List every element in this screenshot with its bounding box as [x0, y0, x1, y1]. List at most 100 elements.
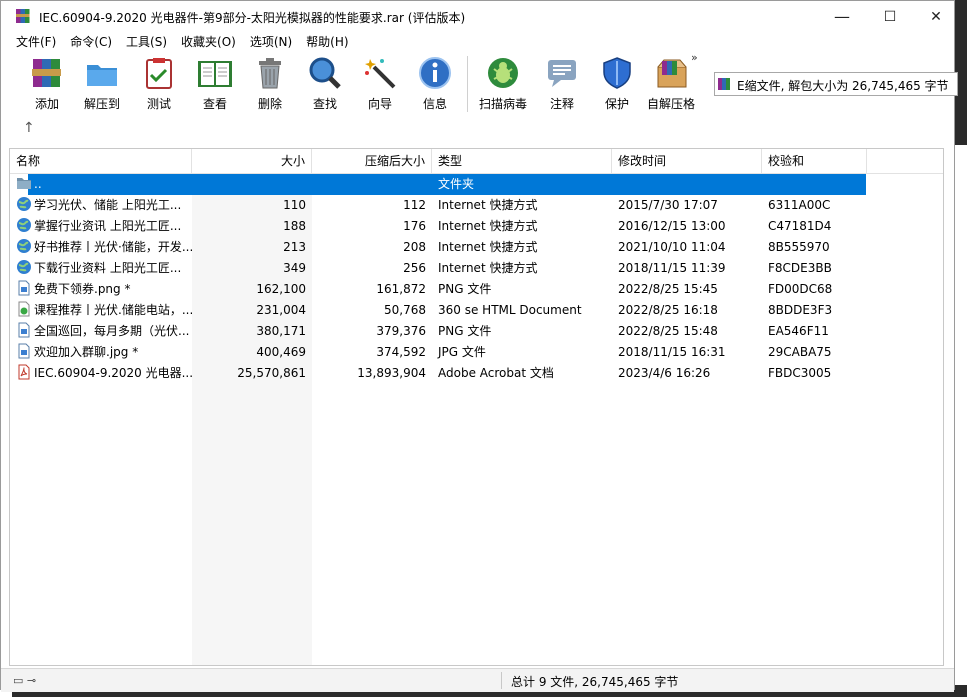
add-label: 添加: [34, 97, 59, 111]
file-crc: FBDC3005: [762, 363, 867, 384]
menu-file[interactable]: 文件(F): [9, 33, 63, 53]
table-row[interactable]: 掌握行业资讯 上阳光工匠... 188 176 Internet 快捷方式 2016/1…: [10, 216, 943, 237]
file-type: Internet 快捷方式: [432, 237, 612, 258]
file-type: PNG 文件: [432, 279, 612, 300]
file-name-text: 课程推荐丨光伏.储能电站，...: [34, 303, 192, 317]
file-packed-size-text: 112: [403, 198, 426, 212]
comment-button[interactable]: 注释: [534, 53, 590, 115]
file-crc-text: FBDC3005: [768, 366, 832, 380]
file-type-text: 文件夹: [438, 177, 475, 191]
file-packed-size: 50,768: [312, 300, 432, 321]
file-type-text: Internet 快捷方式: [438, 240, 538, 254]
menu-commands[interactable]: 命令(C): [63, 33, 119, 53]
file-modified-text: 2015/7/30 17:07: [618, 198, 718, 212]
column-header-modified[interactable]: 修改时间: [612, 149, 762, 173]
file-crc: F8CDE3BB: [762, 258, 867, 279]
file-name-text: 学习光伏、储能 上阳光工...: [34, 198, 182, 212]
file-packed-size-text: 176: [403, 219, 426, 233]
table-row[interactable]: 课程推荐丨光伏.储能电站，... 231,004 50,768 360 se HTML…: [10, 300, 943, 321]
file-name: 欢迎加入群聊.jpg *: [10, 342, 192, 363]
virus-scan-label: 扫描病毒: [478, 97, 527, 111]
toolbar-overflow-chevron[interactable]: »: [691, 51, 698, 64]
extract-to-button[interactable]: 解压到: [73, 53, 131, 115]
status-bar: ▭ ⊸ 总计 9 文件, 26,745,465 字节: [1, 668, 954, 692]
column-header-name[interactable]: 名称: [10, 149, 192, 173]
file-size: 380,171: [192, 321, 312, 342]
file-type: Internet 快捷方式: [432, 216, 612, 237]
file-name-text: 掌握行业资讯 上阳光工匠...: [34, 219, 182, 233]
file-name: 掌握行业资讯 上阳光工匠...: [10, 216, 192, 237]
file-size-text: 349: [283, 261, 306, 275]
drive-key-icon[interactable]: ▭ ⊸: [13, 674, 36, 687]
table-row[interactable]: IEC.60904-9.2020 光电器... 25,570,861 13,893,…: [10, 363, 943, 384]
file-modified: 2015/7/30 17:07: [612, 195, 762, 216]
file-modified: 2021/10/10 11:04: [612, 237, 762, 258]
view-button[interactable]: 查看: [187, 53, 243, 115]
menu-tools[interactable]: 工具(S): [119, 33, 174, 53]
info-icon: [415, 53, 455, 93]
file-name: ..: [10, 174, 192, 195]
table-row[interactable]: 免费下领券.png * 162,100 161,872 PNG 文件 2022/8/25…: [10, 279, 943, 300]
file-type-text: PNG 文件: [438, 282, 492, 296]
file-name-text: 欢迎加入群聊.jpg *: [34, 345, 139, 359]
minimize-button[interactable]: —: [819, 1, 865, 32]
maximize-button[interactable]: ☐: [867, 1, 913, 32]
close-button[interactable]: ✕: [913, 1, 959, 32]
file-modified-text: 2021/10/10 11:04: [618, 240, 726, 254]
menu-favorites[interactable]: 收藏夹(O): [174, 33, 243, 53]
table-row[interactable]: 全国巡回，每月多期（光伏... 380,171 379,376 PNG 文件 2022/…: [10, 321, 943, 342]
wizard-label: 向导: [367, 97, 392, 111]
column-header-size-label: 大小: [280, 154, 305, 168]
title-bar: IEC.60904-9.2020 光电器件-第9部分-太阳光模拟器的性能要求.r…: [1, 1, 954, 32]
file-size-text: 188: [283, 219, 306, 233]
table-row-parent-folder[interactable]: .. 文件夹: [10, 174, 943, 195]
up-one-level-icon[interactable]: ↑: [23, 120, 35, 136]
find-button[interactable]: 查找: [297, 53, 353, 115]
file-type-text: Internet 快捷方式: [438, 261, 538, 275]
table-row[interactable]: 下载行业资料 上阳光工匠... 349 256 Internet 快捷方式 2018/1…: [10, 258, 943, 279]
menu-options[interactable]: 选项(N): [243, 33, 299, 53]
file-modified: [612, 174, 762, 195]
column-header-crc[interactable]: 校验和: [762, 149, 867, 173]
file-modified-text: 2016/12/15 13:00: [618, 219, 726, 233]
file-type-text: 360 se HTML Document: [438, 303, 582, 317]
table-row[interactable]: 欢迎加入群聊.jpg * 400,469 374,592 JPG 文件 2018/11/…: [10, 342, 943, 363]
file-size: 400,469: [192, 342, 312, 363]
menu-help[interactable]: 帮助(H): [299, 33, 355, 53]
virus-scan-button[interactable]: 扫描病毒: [472, 53, 534, 115]
file-modified: 2023/4/6 16:26: [612, 363, 762, 384]
wizard-button[interactable]: 向导: [353, 53, 407, 115]
table-row[interactable]: 好书推荐丨光伏·储能，开发... 213 208 Internet 快捷方式 2021/…: [10, 237, 943, 258]
file-modified: 2022/8/25 15:45: [612, 279, 762, 300]
sort-ascending-icon: ^: [248, 148, 257, 156]
protect-button[interactable]: 保护: [590, 53, 644, 115]
file-size: 213: [192, 237, 312, 258]
file-crc: C47181D4: [762, 216, 867, 237]
column-header-type[interactable]: 类型: [432, 149, 612, 173]
column-header-packed[interactable]: 压缩后大小: [312, 149, 432, 173]
file-size: 110: [192, 195, 312, 216]
file-crc-text: 6311A00C: [768, 198, 831, 212]
file-size: 25,570,861: [192, 363, 312, 384]
file-type: 360 se HTML Document: [432, 300, 612, 321]
file-modified: 2016/12/15 13:00: [612, 216, 762, 237]
status-total: 总计 9 文件, 26,745,465 字节: [511, 675, 679, 689]
file-name-text: 免费下领券.png *: [34, 282, 131, 296]
shield-icon: [597, 53, 637, 93]
add-button[interactable]: 添加: [21, 53, 73, 115]
test-button[interactable]: 测试: [131, 53, 187, 115]
delete-button[interactable]: 删除: [243, 53, 297, 115]
file-modified-text: 2018/11/15 11:39: [618, 261, 726, 275]
file-size-text: 380,171: [256, 324, 306, 338]
archive-info-box[interactable]: E缩文件, 解包大小为 26,745,465 字节: [714, 72, 958, 96]
magnifier-icon: [305, 53, 345, 93]
file-packed-size-text: 208: [403, 240, 426, 254]
info-button[interactable]: 信息: [407, 53, 463, 115]
file-type-text: PNG 文件: [438, 324, 492, 338]
file-name: IEC.60904-9.2020 光电器...: [10, 363, 192, 384]
html-file-icon: [16, 301, 34, 317]
table-row[interactable]: 学习光伏、储能 上阳光工... 110 112 Internet 快捷方式 2015/7…: [10, 195, 943, 216]
file-type-text: Internet 快捷方式: [438, 198, 538, 212]
file-name-text: IEC.60904-9.2020 光电器...: [34, 366, 192, 380]
file-modified: 2018/11/15 11:39: [612, 258, 762, 279]
